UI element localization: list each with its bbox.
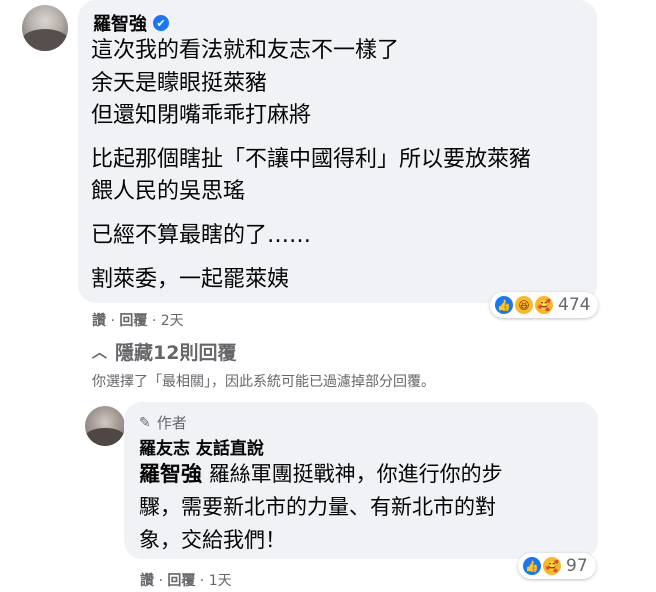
reply-reactions[interactable]: 👍 🥰 97: [518, 553, 596, 579]
separator: ·: [199, 573, 205, 589]
reaction-count: 474: [558, 295, 591, 315]
comment-text-line: 但還知閉嘴乖乖打麻將: [91, 103, 312, 128]
commenter-avatar[interactable]: [22, 5, 68, 51]
reaction-count: 97: [566, 556, 588, 576]
author-badge: ✎ 作者: [139, 412, 187, 433]
comment-text-line: 割萊委，一起罷萊姨: [91, 267, 290, 292]
filter-notice: 你選擇了「最相關」，因此系統可能已過濾掉部分回覆。: [92, 374, 435, 390]
comment-text-line: 這次我的看法就和友志不一樣了: [91, 38, 400, 63]
comment-text-line: 余天是矇眼挺萊豬: [91, 71, 268, 96]
reply-button[interactable]: 回覆: [119, 313, 147, 329]
author-badge-label: 作者: [156, 414, 187, 432]
comment-author[interactable]: 羅智強 ✔: [93, 10, 169, 36]
reply-text-line: 羅智強 羅絲軍團挺戰神，你進行你的步: [139, 458, 503, 490]
reply-text-line: 驟，需要新北市的力量、有新北市的對: [139, 495, 496, 519]
comment-text-line: 已經不算最瞎的了……: [91, 223, 312, 248]
reply-timestamp[interactable]: 1天: [209, 573, 232, 589]
hide-replies-label: 隱藏12則回覆: [115, 342, 237, 364]
care-icon: 🥰: [542, 556, 562, 576]
separator: ·: [110, 313, 115, 329]
reply-button[interactable]: 回覆: [167, 573, 195, 589]
reply-text: 羅絲軍團挺戰神，你進行你的步: [208, 462, 503, 486]
hide-replies-button[interactable]: ︿ 隱藏12則回覆: [92, 338, 236, 365]
like-icon: 👍: [522, 556, 542, 576]
pencil-icon: ✎: [139, 414, 151, 431]
like-icon: 👍: [494, 295, 514, 315]
comment-author-name[interactable]: 羅智強: [93, 10, 147, 36]
verified-badge-icon: ✔: [153, 15, 169, 31]
haha-icon: 😆: [514, 295, 534, 315]
comment-reactions[interactable]: 👍 😆 🥰 474: [490, 292, 599, 318]
separator: ·: [158, 573, 163, 589]
like-button[interactable]: 讚: [140, 573, 154, 589]
comment-text-line: 比起那個瞎扯「不讓中國得利」所以要放萊豬: [91, 147, 532, 172]
like-button[interactable]: 讚: [92, 313, 106, 329]
comment-text-line: 餵人民的吳思瑤: [91, 179, 246, 204]
comment-actions: 讚 · 回覆 · 2天: [92, 310, 184, 330]
chevron-up-icon: ︿: [92, 343, 108, 361]
reply-text-line: 象，交給我們！: [139, 528, 286, 552]
reply-actions: 讚 · 回覆 · 1天: [140, 570, 232, 590]
comment-timestamp[interactable]: 2天: [161, 313, 184, 329]
reply-avatar[interactable]: [85, 406, 125, 446]
mention-link[interactable]: 羅智強: [139, 462, 202, 486]
care-icon: 🥰: [534, 295, 554, 315]
reply-author-name[interactable]: 羅友志 友話直說: [139, 434, 264, 459]
separator: ·: [151, 313, 157, 329]
